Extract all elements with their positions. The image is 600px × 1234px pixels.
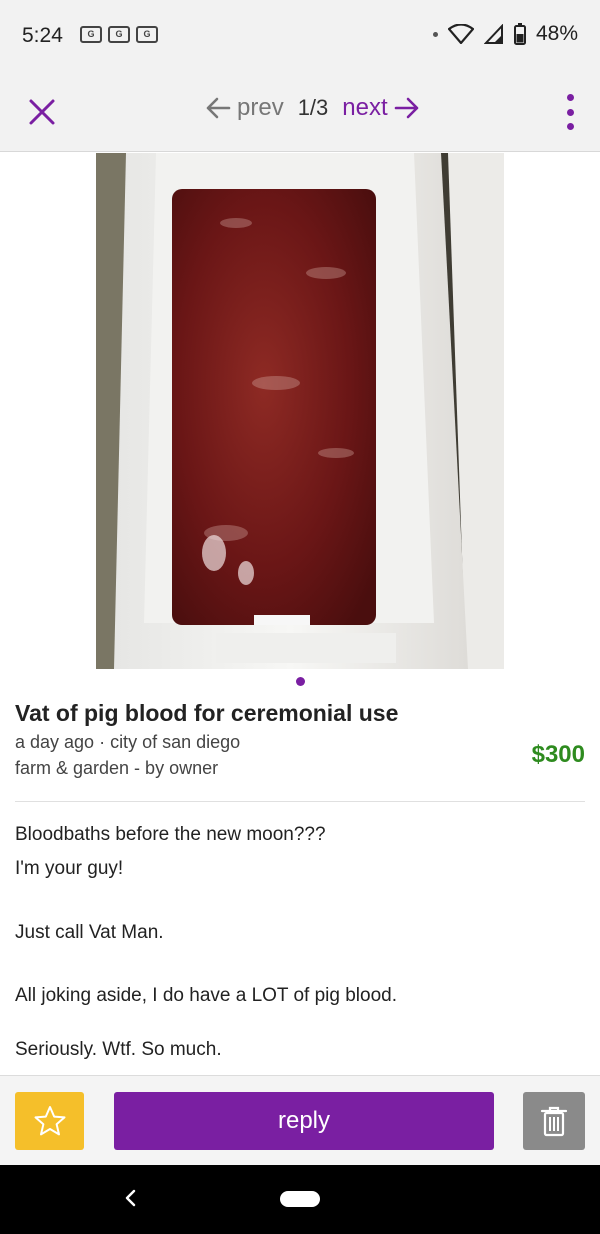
arrow-right-icon <box>394 97 418 119</box>
trash-icon <box>540 1106 568 1137</box>
nav-back-button[interactable] <box>120 1183 140 1213</box>
body-line: All joking aside, I do have a LOT of pig… <box>15 985 398 1006</box>
listing-posted: a day ago · city of san diego <box>15 732 241 752</box>
status-time: 5:24 <box>22 24 63 47</box>
signal-icon <box>483 24 503 44</box>
body-line: Seriously. Wtf. So much. <box>15 1039 222 1060</box>
star-icon <box>34 1106 65 1136</box>
notification-icon: G <box>136 26 158 43</box>
photo-vat-of-blood <box>96 153 504 669</box>
listing-title: Vat of pig blood for ceremonial use <box>15 700 399 726</box>
arrow-left-icon <box>206 97 231 119</box>
more-vert-icon <box>566 94 574 101</box>
listing-pager: prev 1/3 next <box>205 94 420 122</box>
dot-icon <box>432 31 438 37</box>
more-options-button[interactable] <box>562 94 578 130</box>
favorite-button[interactable] <box>15 1092 84 1150</box>
close-button[interactable] <box>22 92 62 132</box>
photo-pager-dot <box>296 677 305 686</box>
page-counter: 1/3 <box>297 95 329 120</box>
battery-icon <box>513 23 526 45</box>
action-bar: reply <box>0 1075 600 1165</box>
status-bar: 5:24 G G G 48% <box>0 0 600 72</box>
status-indicators: 48% <box>432 22 578 46</box>
prev-label: prev <box>237 94 284 121</box>
nav-back-icon <box>125 1189 136 1207</box>
notification-icon: G <box>108 26 130 43</box>
body-line: Bloodbaths before the new moon??? <box>15 824 326 845</box>
notification-icon: G <box>80 26 102 43</box>
next-button[interactable]: next <box>342 94 419 122</box>
listing-toolbar: prev 1/3 next <box>0 72 600 152</box>
wifi-icon <box>447 24 474 44</box>
system-nav-bar <box>0 1165 600 1234</box>
body-line: I'm your guy! <box>15 858 124 879</box>
listing-photo[interactable] <box>96 153 504 669</box>
listing-price: $300 <box>531 741 585 768</box>
prev-button[interactable]: prev <box>205 94 284 122</box>
close-icon <box>29 99 55 125</box>
divider <box>15 801 585 802</box>
body-line: Just call Vat Man. <box>15 922 164 943</box>
delete-button[interactable] <box>523 1092 585 1150</box>
reply-button[interactable]: reply <box>114 1092 494 1150</box>
battery-percent: 48% <box>535 22 578 45</box>
listing-category: farm & garden - by owner <box>15 758 219 778</box>
notification-icons: G G G <box>80 26 158 43</box>
next-label: next <box>342 94 388 121</box>
nav-home-pill[interactable] <box>280 1191 320 1207</box>
